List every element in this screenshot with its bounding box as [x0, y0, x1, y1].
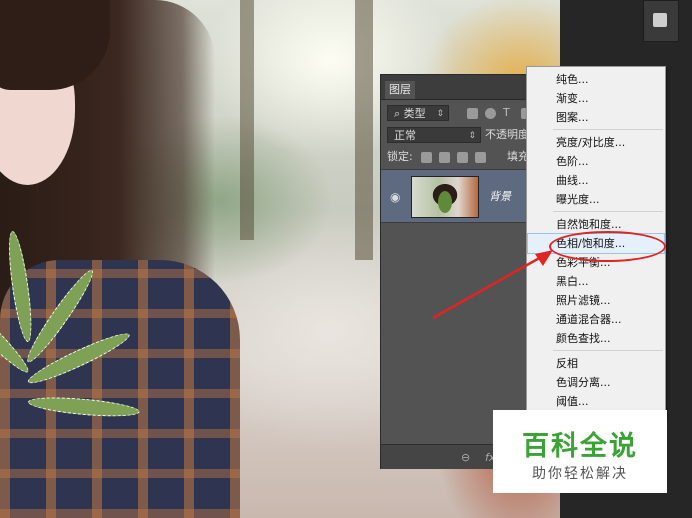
background-tree-trunk: [240, 0, 254, 240]
menu-separator: [553, 350, 663, 351]
watermark-title: 百科全说: [522, 431, 638, 462]
adjustment-filter-icon[interactable]: [485, 108, 496, 119]
lock-all-icon[interactable]: [475, 152, 486, 163]
menu-item-curves[interactable]: 曲线...: [528, 171, 664, 190]
lock-label: 锁定:: [387, 150, 413, 163]
menu-separator: [553, 129, 663, 130]
tab-layers[interactable]: 图层: [385, 81, 415, 99]
visibility-eye-icon[interactable]: ◉: [390, 190, 400, 204]
blend-mode-select[interactable]: 正常 ⇕: [387, 127, 481, 143]
side-panel-toggle[interactable]: [643, 0, 679, 42]
type-filter-icon[interactable]: T: [503, 105, 510, 121]
menu-item-exposure[interactable]: 曝光度...: [528, 190, 664, 209]
lock-pixels-icon[interactable]: [439, 152, 450, 163]
menu-item-levels[interactable]: 色阶...: [528, 152, 664, 171]
menu-item-gradient[interactable]: 渐变...: [528, 89, 664, 108]
opacity-label: 不透明度: [485, 128, 529, 141]
annotation-arrow: [432, 250, 553, 320]
image-filter-icon[interactable]: [467, 108, 478, 119]
background-tree-trunk: [355, 0, 373, 260]
layer-name: 背景: [489, 190, 511, 203]
cube-icon: [653, 13, 667, 27]
layer-thumbnail: [411, 176, 479, 218]
watermark-subtitle: 助你轻松解决: [532, 466, 628, 482]
lock-position-icon[interactable]: [457, 152, 468, 163]
annotation-circle: [549, 231, 666, 262]
lock-transparent-icon[interactable]: [421, 152, 432, 163]
filter-type-select[interactable]: ⌕ 类型 ⇕: [387, 105, 449, 121]
menu-item-invert[interactable]: 反相: [528, 354, 664, 373]
link-layers-icon[interactable]: ⊖: [461, 451, 473, 464]
subject-plaid-shirt: [0, 260, 240, 518]
menu-item-color-lookup[interactable]: 颜色查找...: [528, 329, 664, 348]
menu-item-brightness-contrast[interactable]: 亮度/对比度...: [528, 133, 664, 152]
chevron-updown-icon: ⇕: [436, 109, 444, 119]
blend-mode-label: 正常: [394, 129, 416, 142]
filter-type-label: 类型: [403, 107, 426, 120]
menu-item-pattern[interactable]: 图案...: [528, 108, 664, 127]
chevron-updown-icon: ⇕: [468, 131, 476, 141]
watermark-box: 百科全说 助你轻松解决: [493, 410, 667, 493]
thumbnail-leaf: [438, 191, 452, 213]
menu-item-threshold[interactable]: 阈值...: [528, 392, 664, 411]
search-icon: ⌕: [394, 107, 404, 120]
menu-separator: [553, 211, 663, 212]
menu-item-posterize[interactable]: 色调分离...: [528, 373, 664, 392]
menu-item-solid-color[interactable]: 纯色...: [528, 70, 664, 89]
